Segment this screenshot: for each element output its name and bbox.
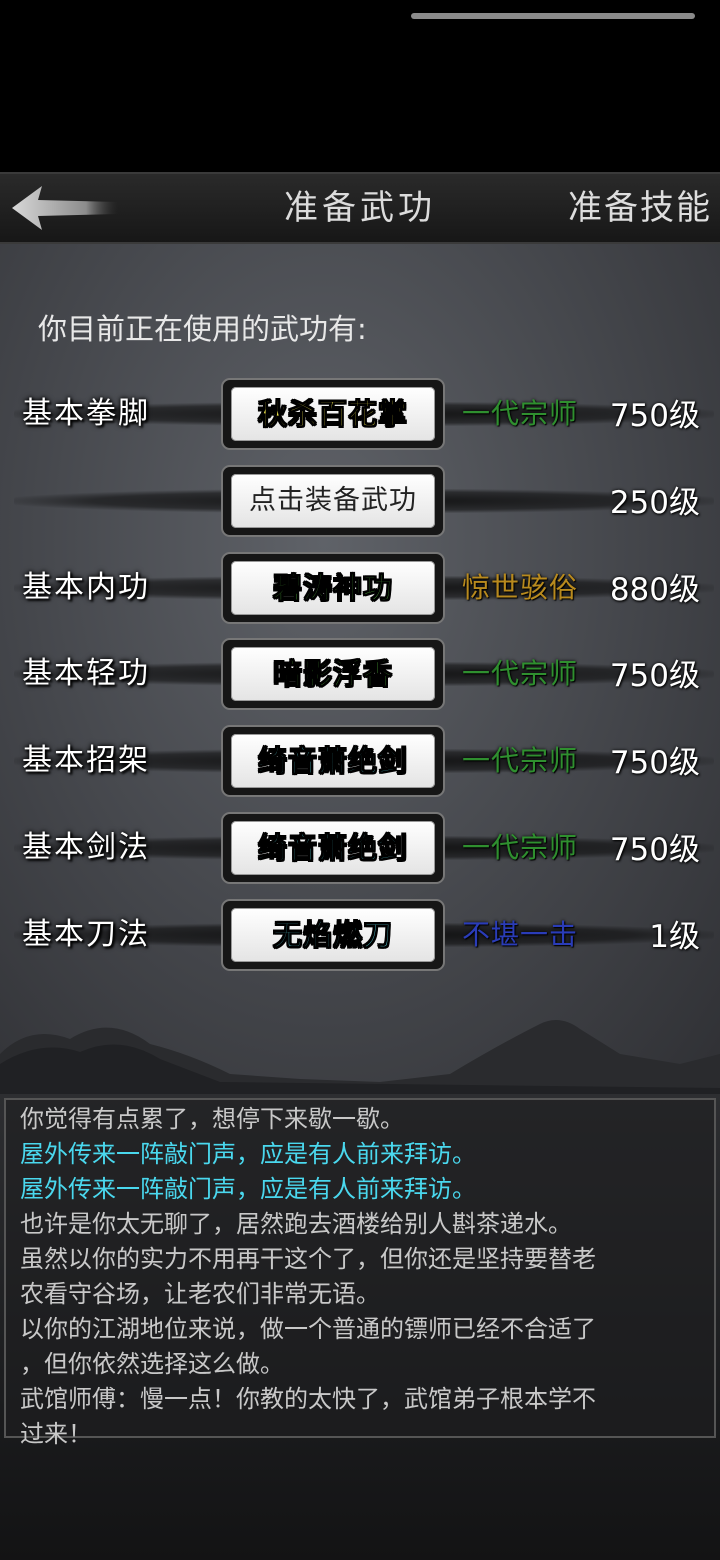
skill-rank: 一代宗师 <box>462 397 579 430</box>
skill-row: 基本拳脚 秋杀百花掌 一代宗师 750级 <box>0 378 720 450</box>
skill-level: 750级 <box>609 832 700 868</box>
log-line: 武馆师傅：慢一点！你教的太快了，武馆弟子根本学不 <box>20 1385 596 1413</box>
log-line: 以你的江湖地位来说，做一个普通的镖师已经不合适了 <box>20 1315 596 1343</box>
skill-row: 基本剑法 绮音萧绝剑 一代宗师 750级 <box>0 812 720 884</box>
skill-rank: 一代宗师 <box>462 744 579 777</box>
skill-category: 基本内功 <box>22 570 150 605</box>
skill-category: 基本招架 <box>22 743 150 778</box>
equip-skill-button[interactable]: 点击装备武功 <box>221 465 445 537</box>
skill-row: 基本轻功 暗影浮香 一代宗师 750级 <box>0 638 720 710</box>
log-line: 你觉得有点累了，想停下来歇一歇。 <box>20 1105 404 1133</box>
skill-name: 绮音萧绝剑 <box>231 734 435 788</box>
skill-level: 750级 <box>609 398 700 434</box>
log-line: 屋外传来一阵敲门声，应是有人前来拜访。 <box>20 1175 476 1203</box>
equip-skill-button[interactable]: 暗影浮香 <box>221 638 445 710</box>
skill-category: 基本拳脚 <box>22 396 150 431</box>
skill-name: 无焰燃刀 <box>231 908 435 962</box>
equip-skill-button[interactable]: 无焰燃刀 <box>221 899 445 971</box>
skill-category: 基本剑法 <box>22 830 150 865</box>
mountain-silhouette <box>0 1020 720 1094</box>
log-line: 过来！ <box>20 1420 92 1448</box>
skill-row: 基本招架 绮音萧绝剑 一代宗师 750级 <box>0 725 720 797</box>
equipped-martial-arts-panel: 你目前正在使用的武功有: 基本拳脚 秋杀百花掌 一代宗师 750级 点击装备武功 250级… <box>0 244 720 1094</box>
skill-category: 基本轻功 <box>22 656 150 691</box>
skill-rank: 不堪一击 <box>462 918 579 951</box>
log-line: ，但你依然选择这么做。 <box>20 1350 284 1378</box>
tab-prepare-skills[interactable]: 准备技能 <box>568 174 712 242</box>
home-indicator <box>411 13 695 19</box>
skill-name: 点击装备武功 <box>231 474 435 528</box>
skill-level: 750级 <box>609 658 700 694</box>
skill-category: 基本刀法 <box>22 917 150 952</box>
skill-rank: 惊世骇俗 <box>462 571 579 604</box>
log-line: 虽然以你的实力不用再干这个了，但你还是坚持要替老 <box>20 1245 596 1273</box>
skill-row: 点击装备武功 250级 <box>0 465 720 537</box>
skill-level: 750级 <box>609 745 700 781</box>
skill-name: 碧涛神功 <box>231 561 435 615</box>
skill-name: 秋杀百花掌 <box>231 387 435 441</box>
equip-skill-button[interactable]: 绮音萧绝剑 <box>221 725 445 797</box>
skill-rank: 一代宗师 <box>462 657 579 690</box>
skill-row: 基本刀法 无焰燃刀 不堪一击 1级 <box>0 899 720 971</box>
top-bar: 准备武功 准备技能 <box>0 172 720 244</box>
equip-skill-button[interactable]: 绮音萧绝剑 <box>221 812 445 884</box>
skill-level: 250级 <box>609 485 700 521</box>
game-screen: 准备武功 准备技能 你目前正在使用的武功有: 基本拳脚 秋杀百花掌 一代宗师 750级… <box>0 0 720 1560</box>
skill-rank: 一代宗师 <box>462 831 579 864</box>
section-label: 你目前正在使用的武功有: <box>38 312 367 346</box>
equip-skill-button[interactable]: 碧涛神功 <box>221 552 445 624</box>
skill-row: 基本内功 碧涛神功 惊世骇俗 880级 <box>0 552 720 624</box>
log-line: 也许是你太无聊了，居然跑去酒楼给别人斟茶递水。 <box>20 1210 572 1238</box>
skill-level: 880级 <box>609 572 700 608</box>
skill-name: 暗影浮香 <box>231 647 435 701</box>
equip-skill-button[interactable]: 秋杀百花掌 <box>221 378 445 450</box>
log-line: 农看守谷场，让老农们非常无语。 <box>20 1280 380 1308</box>
message-log-frame: 你觉得有点累了，想停下来歇一歇。屋外传来一阵敲门声，应是有人前来拜访。 屋外传来一… <box>4 1098 716 1448</box>
message-log: 你觉得有点累了，想停下来歇一歇。屋外传来一阵敲门声，应是有人前来拜访。 屋外传来一… <box>0 1094 720 1560</box>
skill-name: 绮音萧绝剑 <box>231 821 435 875</box>
skill-level: 1级 <box>649 919 700 955</box>
log-line: 屋外传来一阵敲门声，应是有人前来拜访。 <box>20 1140 476 1168</box>
